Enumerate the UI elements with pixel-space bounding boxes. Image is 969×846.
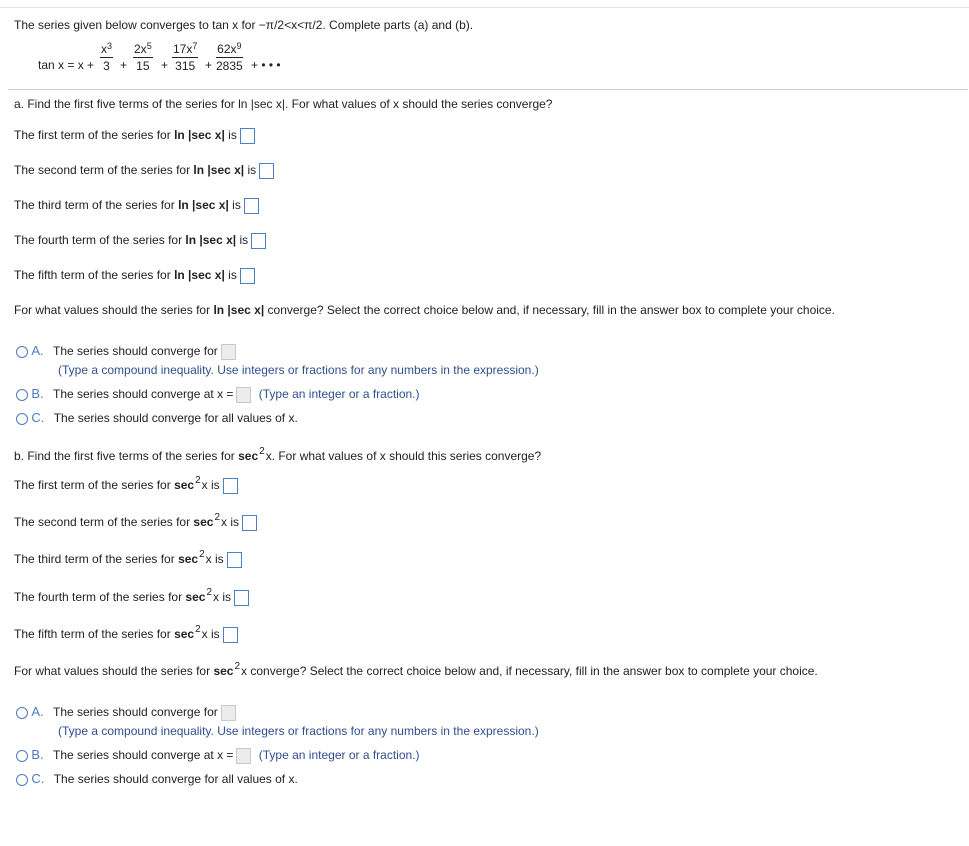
part-b-term-1: The first term of the series for sec2x i… [14, 475, 238, 494]
part-a-term-4: The fourth term of the series for ln |se… [14, 233, 267, 249]
formula-ellipsis: + • • • [251, 58, 281, 72]
answer-box[interactable] [220, 343, 236, 360]
choice-a[interactable]: A. The series should converge for [16, 704, 236, 721]
part-b-term-5: The fifth term of the series for sec2x i… [14, 624, 238, 643]
answer-box[interactable] [222, 478, 238, 494]
part-a-term-5: The fifth term of the series for ln |sec… [14, 268, 255, 284]
answer-box[interactable] [259, 163, 275, 179]
radio-button[interactable] [16, 706, 28, 719]
formula-term-1: x3 3 [100, 41, 114, 73]
choice-b[interactable]: B. The series should converge at x = (Ty… [16, 386, 420, 403]
answer-box[interactable] [251, 233, 267, 249]
radio-button[interactable] [16, 749, 28, 762]
choice-c[interactable]: C. The series should converge for all va… [16, 410, 298, 425]
answer-box[interactable] [236, 386, 252, 403]
plus-sign: + [120, 58, 128, 72]
part-a-term-2: The second term of the series for ln |se… [14, 163, 275, 179]
part-b-question: b. Find the first five terms of the seri… [14, 446, 542, 463]
part-b-term-3: The third term of the series for sec2x i… [14, 549, 242, 568]
top-divider [0, 7, 969, 8]
answer-box[interactable] [239, 268, 255, 284]
answer-box[interactable] [239, 128, 255, 144]
formula-lhs: tan x = x + [38, 58, 95, 72]
choice-a-hint: (Type a compound inequality. Use integer… [58, 724, 539, 738]
part-b-converge-question: For what values should the series for se… [14, 661, 818, 678]
radio-button[interactable] [16, 412, 28, 425]
formula-term-2: 2x5 15 [133, 41, 153, 73]
formula-term-3: 17x7 315 [172, 41, 199, 73]
part-b-term-2: The second term of the series for sec2x … [14, 512, 258, 531]
answer-box[interactable] [242, 515, 258, 531]
answer-box[interactable] [226, 552, 242, 568]
choice-a-hint: (Type a compound inequality. Use integer… [58, 363, 539, 377]
answer-box[interactable] [222, 627, 238, 643]
answer-box[interactable] [243, 198, 259, 214]
part-a-converge-question: For what values should the series for ln… [14, 303, 835, 317]
section-divider [8, 89, 968, 90]
answer-box[interactable] [236, 747, 252, 764]
choice-b[interactable]: B. The series should converge at x = (Ty… [16, 747, 420, 764]
answer-box[interactable] [220, 704, 236, 721]
radio-button[interactable] [16, 773, 28, 786]
radio-button[interactable] [16, 388, 28, 401]
part-a-question: a. Find the first five terms of the seri… [14, 97, 553, 111]
part-a-term-1: The first term of the series for ln |sec… [14, 128, 255, 144]
formula-term-4: 62x9 2835 [216, 41, 243, 73]
choice-a[interactable]: A. The series should converge for [16, 343, 236, 360]
choice-c[interactable]: C. The series should converge for all va… [16, 771, 298, 786]
plus-sign: + [205, 58, 213, 72]
part-a-term-3: The third term of the series for ln |sec… [14, 198, 259, 214]
answer-box[interactable] [234, 590, 249, 606]
intro-text: The series given below converges to tan … [14, 18, 474, 32]
part-b-term-4: The fourth term of the series for sec2x … [14, 587, 249, 606]
plus-sign: + [161, 58, 169, 72]
radio-button[interactable] [16, 345, 28, 358]
